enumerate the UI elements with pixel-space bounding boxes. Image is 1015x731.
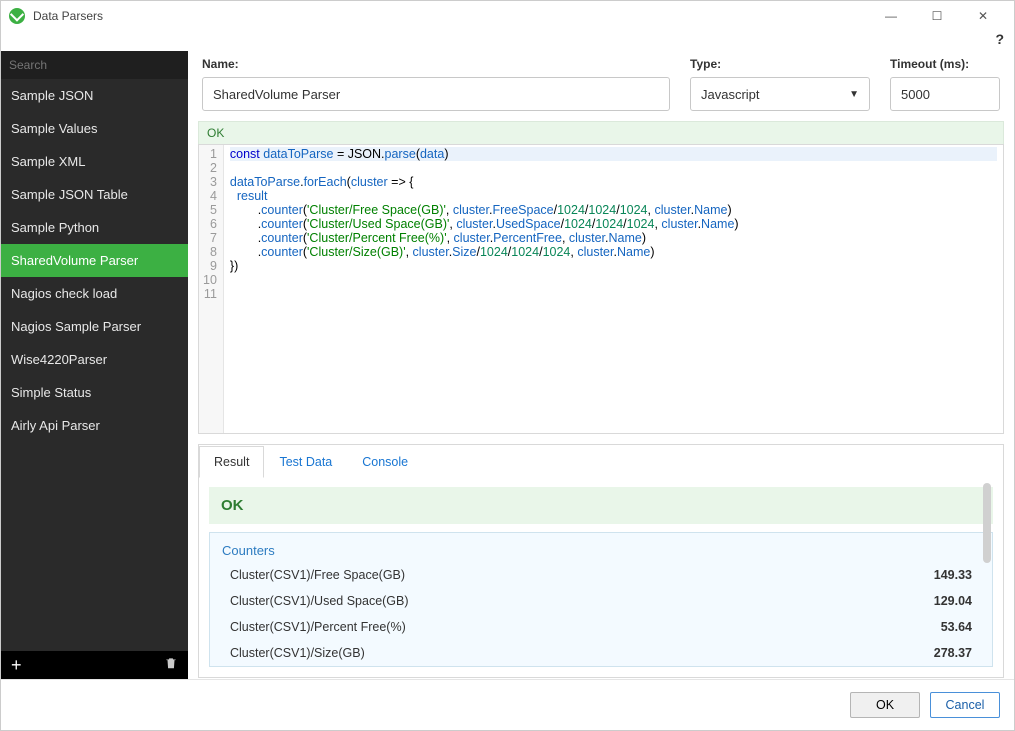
counter-row: Cluster(CSV1)/Size(GB) 278.37	[210, 640, 992, 666]
type-value: Javascript	[701, 87, 760, 102]
counter-name: Cluster(CSV1)/Used Space(GB)	[230, 594, 409, 608]
counter-name: Cluster(CSV1)/Percent Free(%)	[230, 620, 406, 634]
counters-box: Counters Cluster(CSV1)/Free Space(GB) 149…	[209, 532, 993, 667]
sidebar: Sample JSONSample ValuesSample XMLSample…	[1, 51, 188, 679]
result-status: OK	[209, 487, 993, 524]
counter-value: 53.64	[941, 620, 972, 634]
dialog-footer: OK Cancel	[1, 679, 1014, 730]
code-editor[interactable]: 1234567891011 const dataToParse = JSON.p…	[198, 144, 1004, 434]
sidebar-item[interactable]: SharedVolume Parser	[1, 244, 188, 277]
name-field: Name:	[202, 57, 670, 111]
scrollbar-thumb[interactable]	[983, 483, 991, 563]
form-row: Name: Type: Javascript ▼ Timeout (ms):	[198, 51, 1004, 121]
window-title: Data Parsers	[33, 9, 868, 23]
type-select[interactable]: Javascript ▼	[690, 77, 870, 111]
timeout-field: Timeout (ms):	[890, 57, 1000, 111]
editor-code[interactable]: const dataToParse = JSON.parse(data)data…	[224, 145, 1003, 433]
type-label: Type:	[690, 57, 870, 71]
tab-content-result: OK Counters Cluster(CSV1)/Free Space(GB)…	[199, 477, 1003, 677]
add-parser-button[interactable]: +	[11, 656, 22, 674]
tab-console[interactable]: Console	[347, 446, 423, 478]
window-controls: — ☐ ✕	[868, 1, 1006, 31]
sidebar-footer: +	[1, 651, 188, 679]
sidebar-item[interactable]: Sample Values	[1, 112, 188, 145]
counter-name: Cluster(CSV1)/Size(GB)	[230, 646, 365, 660]
type-field: Type: Javascript ▼	[690, 57, 870, 111]
sidebar-item[interactable]: Nagios check load	[1, 277, 188, 310]
main-panel: Name: Type: Javascript ▼ Timeout (ms): O…	[188, 51, 1014, 679]
counter-row: Cluster(CSV1)/Used Space(GB) 129.04	[210, 588, 992, 614]
sidebar-items: Sample JSONSample ValuesSample XMLSample…	[1, 79, 188, 651]
help-icon[interactable]: ?	[995, 31, 1004, 47]
timeout-label: Timeout (ms):	[890, 57, 1000, 71]
editor-status-bar: OK	[198, 121, 1004, 144]
delete-parser-button[interactable]	[164, 656, 178, 675]
counter-name: Cluster(CSV1)/Free Space(GB)	[230, 568, 405, 582]
chevron-down-icon: ▼	[849, 89, 859, 100]
titlebar: Data Parsers — ☐ ✕	[1, 1, 1014, 31]
output-panel: ResultTest DataConsole OK Counters Clust…	[198, 444, 1004, 678]
help-row: ?	[1, 31, 1014, 51]
editor-gutter: 1234567891011	[199, 145, 224, 433]
maximize-button[interactable]: ☐	[914, 1, 960, 31]
timeout-input[interactable]	[890, 77, 1000, 111]
sidebar-item[interactable]: Simple Status	[1, 376, 188, 409]
tab-result[interactable]: Result	[199, 446, 264, 478]
counter-row: Cluster(CSV1)/Free Space(GB) 149.33	[210, 562, 992, 588]
counters-heading: Counters	[210, 533, 992, 562]
name-input[interactable]	[202, 77, 670, 111]
app-icon	[9, 8, 25, 24]
counters-list: Cluster(CSV1)/Free Space(GB)149.33Cluste…	[210, 562, 992, 666]
sidebar-item[interactable]: Airly Api Parser	[1, 409, 188, 442]
sidebar-item[interactable]: Sample JSON	[1, 79, 188, 112]
sidebar-item[interactable]: Sample XML	[1, 145, 188, 178]
search-input[interactable]	[1, 51, 188, 79]
tab-strip: ResultTest DataConsole	[199, 444, 1003, 477]
cancel-button[interactable]: Cancel	[930, 692, 1000, 718]
counter-row: Cluster(CSV1)/Percent Free(%) 53.64	[210, 614, 992, 640]
sidebar-search	[1, 51, 188, 79]
counter-value: 129.04	[934, 594, 972, 608]
sidebar-item[interactable]: Wise4220Parser	[1, 343, 188, 376]
counter-value: 278.37	[934, 646, 972, 660]
sidebar-item[interactable]: Sample Python	[1, 211, 188, 244]
counter-value: 149.33	[934, 568, 972, 582]
sidebar-item[interactable]: Sample JSON Table	[1, 178, 188, 211]
sidebar-item[interactable]: Nagios Sample Parser	[1, 310, 188, 343]
ok-button[interactable]: OK	[850, 692, 920, 718]
tab-test-data[interactable]: Test Data	[264, 446, 347, 478]
close-button[interactable]: ✕	[960, 1, 1006, 31]
minimize-button[interactable]: —	[868, 1, 914, 31]
trash-icon	[164, 656, 178, 670]
name-label: Name:	[202, 57, 670, 71]
